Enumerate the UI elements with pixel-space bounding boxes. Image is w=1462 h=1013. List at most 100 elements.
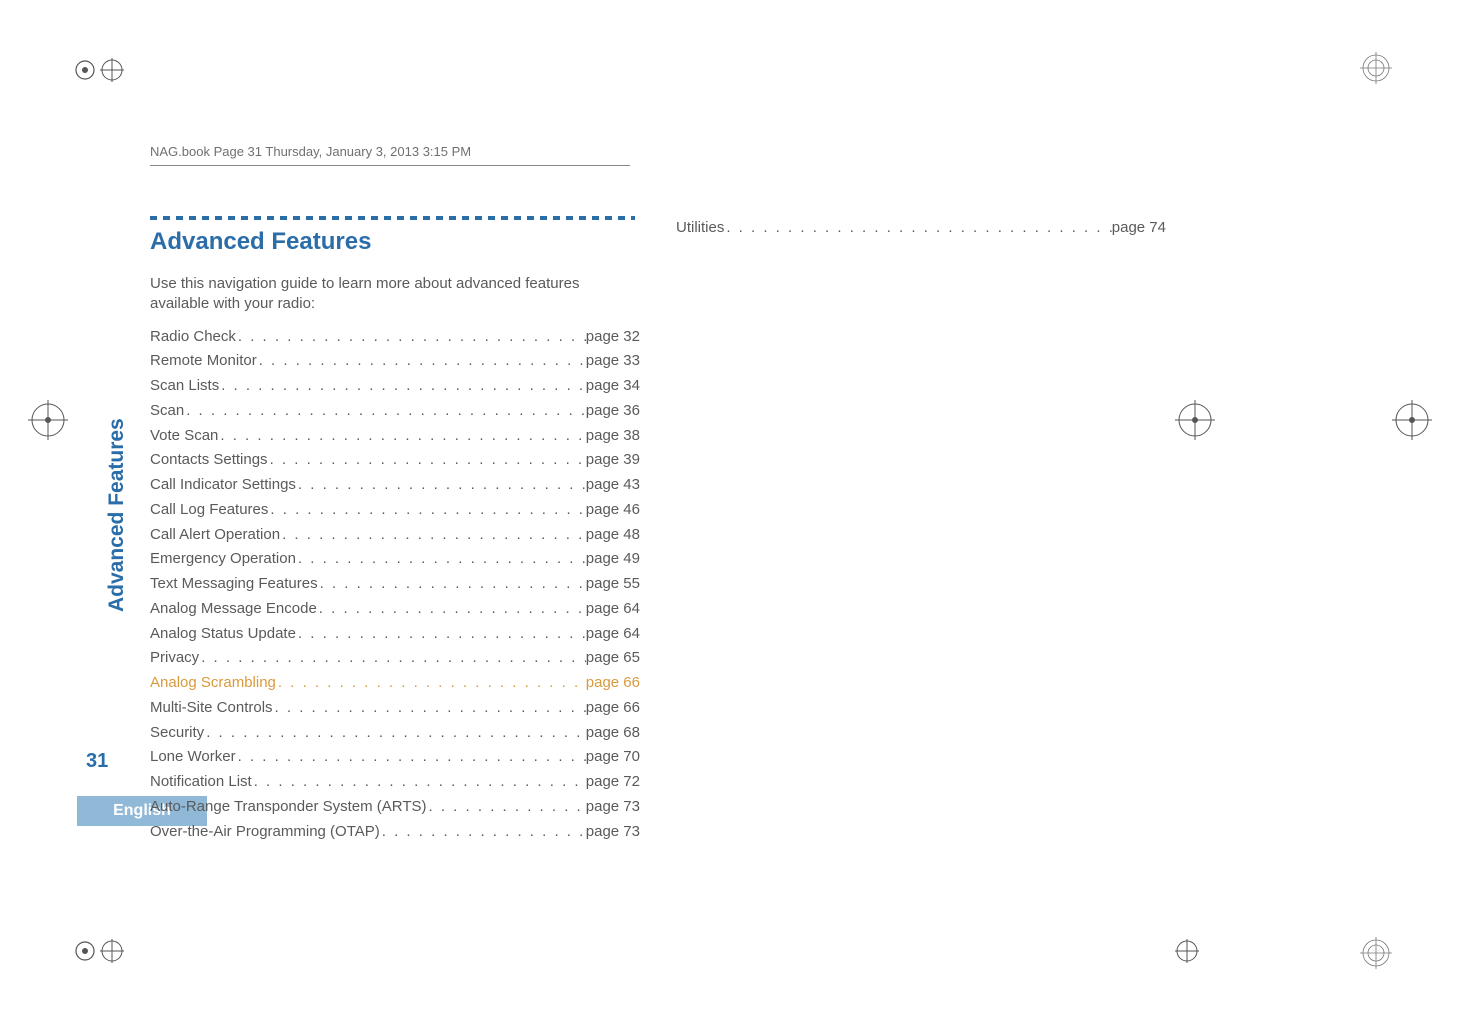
toc-entry-label: Auto-Range Transponder System (ARTS): [150, 795, 427, 820]
toc-leader-dots: [427, 795, 586, 820]
registration-target-icon: [1360, 937, 1392, 969]
toc-entry-page: page 32: [586, 325, 640, 350]
toc-entry[interactable]: Security page 68: [150, 721, 640, 746]
toc-entry-label: Security: [150, 721, 204, 746]
toc-leader-dots: [380, 820, 586, 845]
toc-entry-label: Text Messaging Features: [150, 572, 318, 597]
toc-entry-page: page 74: [1112, 216, 1166, 241]
toc-entry-page: page 48: [586, 523, 640, 548]
toc-entry-page: page 46: [586, 498, 640, 523]
toc-leader-dots: [317, 597, 586, 622]
toc-leader-dots: [273, 696, 586, 721]
toc-entry-label: Utilities: [676, 216, 724, 241]
toc-entry-page: page 73: [586, 795, 640, 820]
toc-entry-page: page 36: [586, 399, 640, 424]
toc-entry-page: page 64: [586, 622, 640, 647]
toc-entry[interactable]: Lone Worker page 70: [150, 745, 640, 770]
toc-entry[interactable]: Auto-Range Transponder System (ARTS) page…: [150, 795, 640, 820]
toc-entry-page: page 34: [586, 374, 640, 399]
toc-leader-dots: [724, 216, 1111, 241]
toc-entry-page: page 55: [586, 572, 640, 597]
toc-entry-label: Call Indicator Settings: [150, 473, 296, 498]
toc-entry[interactable]: Scan Lists page 34: [150, 374, 640, 399]
toc-entry-page: page 72: [586, 770, 640, 795]
toc-leader-dots: [257, 349, 586, 374]
toc-leader-dots: [296, 622, 586, 647]
side-section-label: Advanced Features: [105, 418, 129, 612]
toc-entry-page: page 38: [586, 424, 640, 449]
toc-entry[interactable]: Utilities page 74: [676, 216, 1166, 241]
toc-entry-label: Multi-Site Controls: [150, 696, 273, 721]
toc-entry[interactable]: Remote Monitor page 33: [150, 349, 640, 374]
toc-entry-label: Over-the-Air Programming (OTAP): [150, 820, 380, 845]
toc-entry-page: page 43: [586, 473, 640, 498]
toc-leader-dots: [204, 721, 586, 746]
toc-entry[interactable]: Radio Check page 32: [150, 325, 640, 350]
toc-leader-dots: [318, 572, 586, 597]
toc-entry-page: page 66: [586, 671, 640, 696]
toc-leader-dots: [199, 646, 586, 671]
toc-leader-dots: [236, 325, 586, 350]
toc-entry[interactable]: Scanpage 36: [150, 399, 640, 424]
crop-mark-icon: [28, 400, 68, 440]
toc-entry[interactable]: Multi-Site Controls page 66: [150, 696, 640, 721]
crop-mark-icon: [100, 939, 124, 963]
toc-entry[interactable]: Analog Scrambling page 66: [150, 671, 640, 696]
toc-entry[interactable]: Privacy page 65: [150, 646, 640, 671]
toc-entry-page: page 64: [586, 597, 640, 622]
toc-leader-dots: [236, 745, 586, 770]
running-head-text: NAG.book Page 31 Thursday, January 3, 20…: [150, 144, 471, 159]
toc-entry[interactable]: Call Alert Operation page 48: [150, 523, 640, 548]
toc-entry-page: page 70: [586, 745, 640, 770]
toc-entry-label: Analog Status Update: [150, 622, 296, 647]
toc-entry[interactable]: Notification List page 72: [150, 770, 640, 795]
toc-entry-label: Scan Lists: [150, 374, 219, 399]
toc-entry[interactable]: Analog Message Encode page 64: [150, 597, 640, 622]
toc-leader-dots: [219, 374, 586, 399]
toc-entry-label: Vote Scan: [150, 424, 218, 449]
section-title: Advanced Features: [150, 228, 640, 256]
toc-entry-label: Call Log Features: [150, 498, 268, 523]
toc-entry[interactable]: Vote Scan page 38: [150, 424, 640, 449]
toc-entry-page: page 73: [586, 820, 640, 845]
toc-entry-page: page 49: [586, 547, 640, 572]
crop-mark-icon: [73, 58, 97, 82]
crop-mark-icon: [1175, 939, 1199, 963]
toc-entry-label: Notification List: [150, 770, 252, 795]
toc-entry-label: Call Alert Operation: [150, 523, 280, 548]
page-content: Advanced Features Use this navigation gu…: [150, 216, 1250, 844]
toc-entry-label: Contacts Settings: [150, 448, 268, 473]
crop-mark-icon: [1392, 400, 1432, 440]
header-rule: [150, 165, 630, 166]
toc-entry-label: Radio Check: [150, 325, 236, 350]
toc-entry-page: page 68: [586, 721, 640, 746]
toc-entry-label: Analog Message Encode: [150, 597, 317, 622]
toc-entry-page: page 65: [586, 646, 640, 671]
toc-entry[interactable]: Emergency Operation page 49: [150, 547, 640, 572]
toc-entry[interactable]: Contacts Settings page 39: [150, 448, 640, 473]
crop-mark-icon: [73, 939, 97, 963]
toc-entry[interactable]: Call Indicator Settings page 43: [150, 473, 640, 498]
toc-entry-page: page 33: [586, 349, 640, 374]
toc-entry-label: Emergency Operation: [150, 547, 296, 572]
toc-entry[interactable]: Over-the-Air Programming (OTAP) page 73: [150, 820, 640, 845]
toc-entry-label: Remote Monitor: [150, 349, 257, 374]
toc-entry[interactable]: Call Log Features page 46: [150, 498, 640, 523]
running-head: NAG.book Page 31 Thursday, January 3, 20…: [150, 144, 630, 166]
toc-right: Utilities page 74: [676, 216, 1166, 241]
page-number: 31: [86, 750, 108, 773]
toc-leader-dots: [296, 473, 586, 498]
toc-entry-label: Analog Scrambling: [150, 671, 276, 696]
toc-entry-label: Privacy: [150, 646, 199, 671]
toc-leader-dots: [268, 498, 585, 523]
toc-entry-page: page 66: [586, 696, 640, 721]
right-column: Utilities page 74: [676, 216, 1166, 844]
toc-leader-dots: [280, 523, 586, 548]
toc-entry-label: Lone Worker: [150, 745, 236, 770]
toc-entry[interactable]: Text Messaging Features page 55: [150, 572, 640, 597]
toc-leader-dots: [296, 547, 586, 572]
toc-entry-page: page 39: [586, 448, 640, 473]
toc-entry[interactable]: Analog Status Update page 64: [150, 622, 640, 647]
toc-left: Radio Checkpage 32Remote Monitorpage 33S…: [150, 325, 640, 845]
toc-leader-dots: [218, 424, 585, 449]
